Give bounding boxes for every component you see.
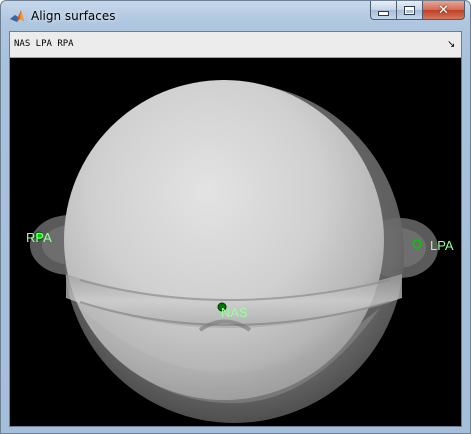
dock-arrow-icon[interactable]: ↘ [447,40,457,50]
head-surface-render[interactable]: RPA LPA NAS [10,58,461,426]
lpa-label: LPA [430,238,454,253]
maximize-icon [404,5,415,15]
toolbar-label: NAS LPA RPA [14,39,74,49]
maximize-button[interactable] [396,1,422,20]
app-window: Align surfaces ✕ NAS LPA RPA ↘ RPA LPA N… [0,0,471,434]
title-bar[interactable]: Align surfaces ✕ [1,1,470,31]
rpa-label: RPA [26,230,52,245]
fiducial-rpa[interactable]: RPA [26,230,52,245]
matlab-icon [10,10,24,22]
nas-label: NAS [221,305,248,320]
close-icon: ✕ [438,2,449,18]
minimize-icon [378,10,389,16]
close-button[interactable]: ✕ [422,1,465,20]
caption-buttons: ✕ [370,1,465,21]
figure-client-area: NAS LPA RPA ↘ RPA LPA NAS [9,31,462,427]
fiducial-nas[interactable]: NAS [217,302,248,320]
minimize-button[interactable] [370,1,396,20]
fiducial-toolbar: NAS LPA RPA ↘ [10,32,461,58]
3d-viewport[interactable]: RPA LPA NAS [10,58,461,426]
window-title: Align surfaces [31,9,116,23]
